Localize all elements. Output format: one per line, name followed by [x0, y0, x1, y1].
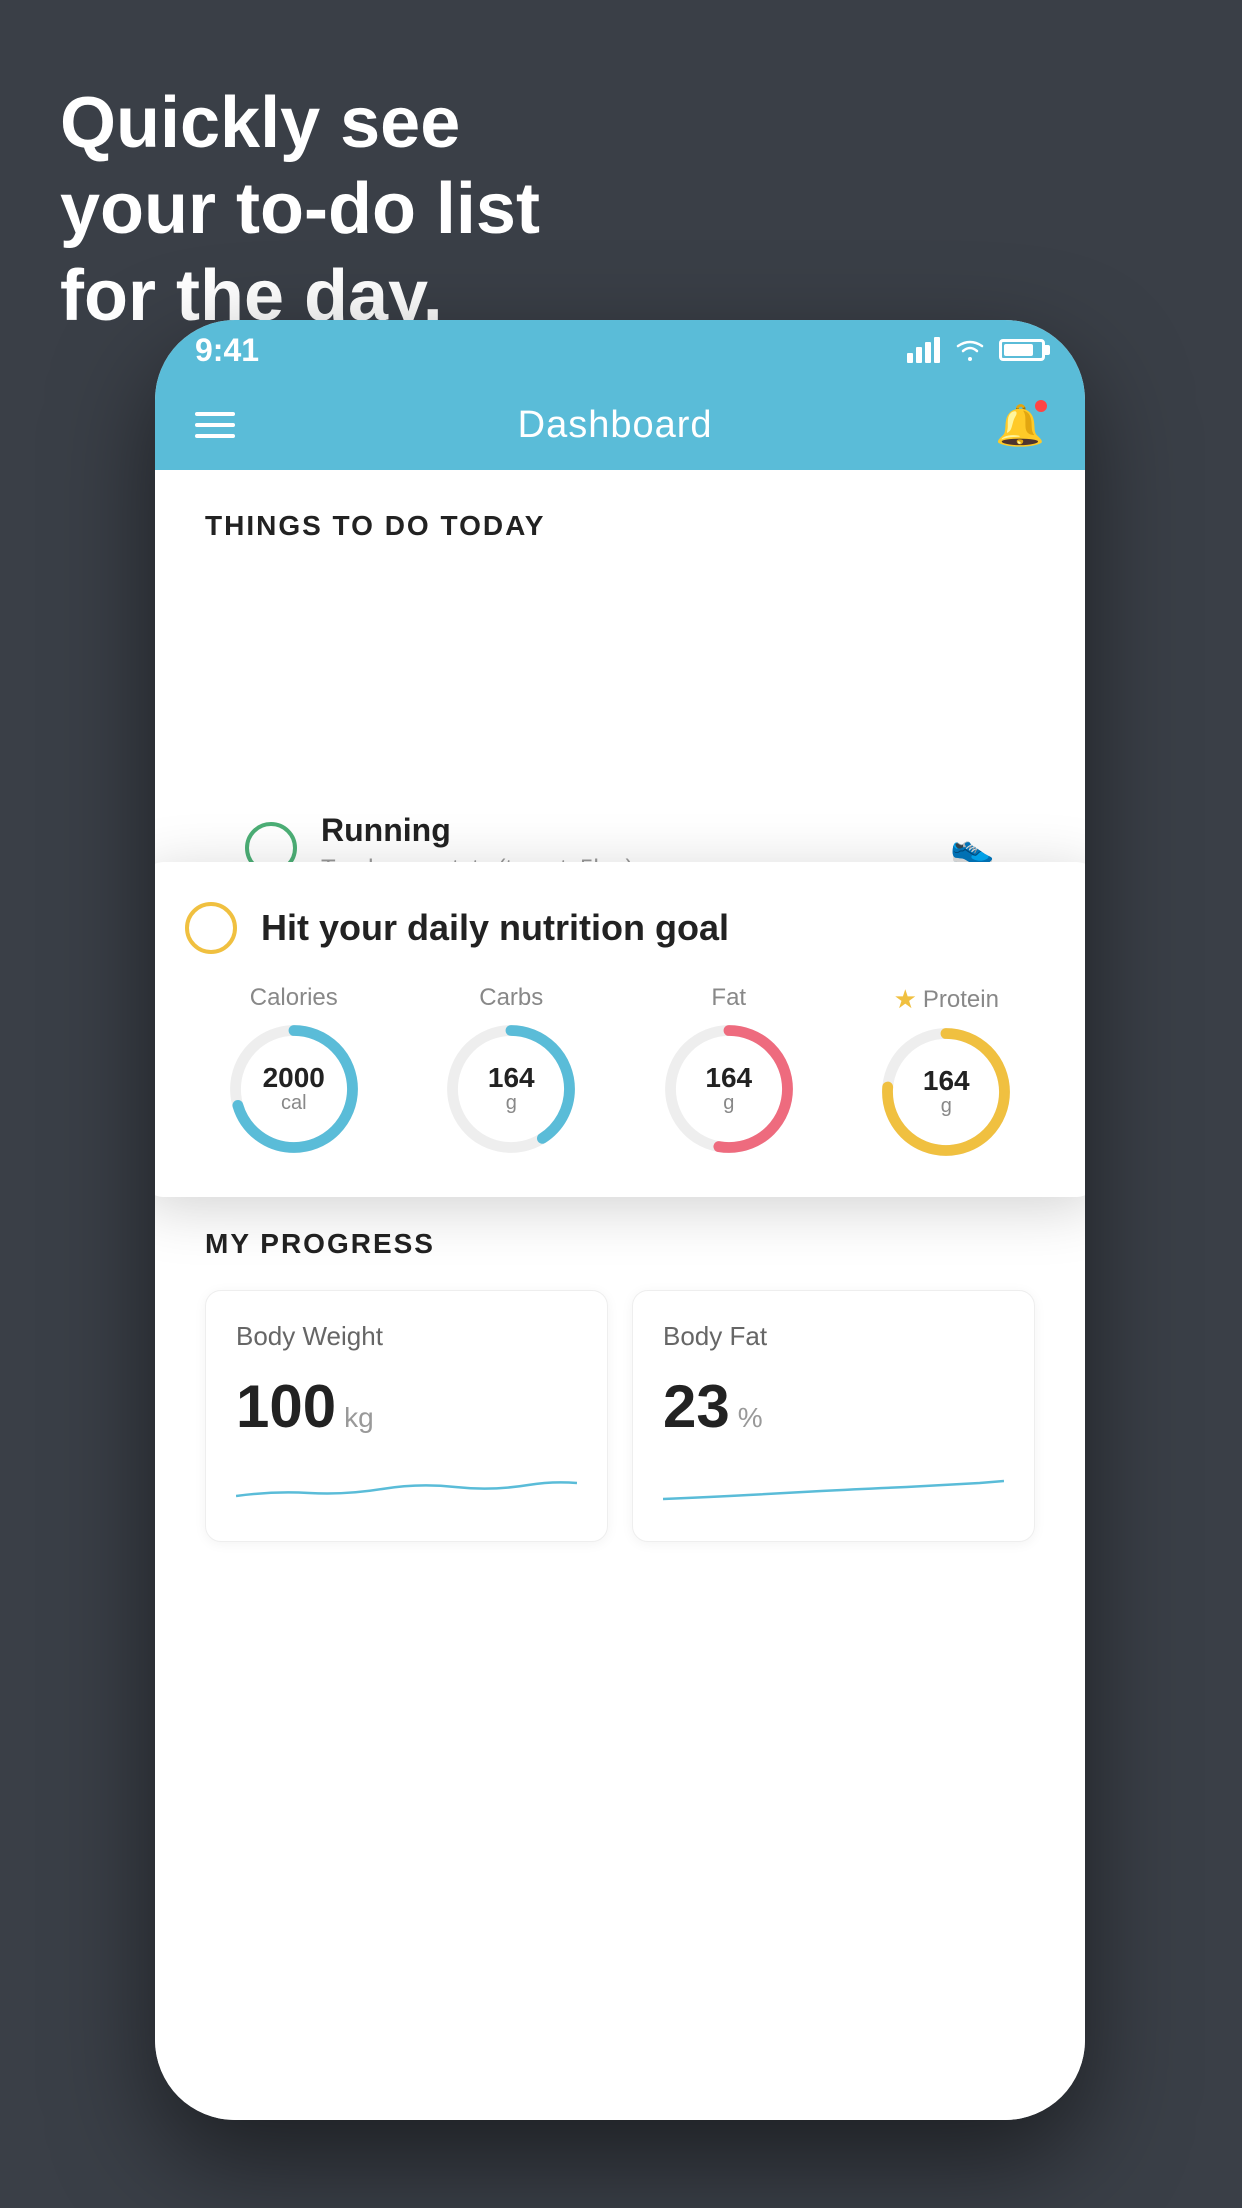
running-title: Running — [321, 812, 926, 849]
headline-text: Quickly see your to-do list for the day. — [60, 80, 540, 339]
star-icon: ★ — [894, 984, 917, 1015]
protein-label: ★ Protein — [894, 984, 999, 1015]
fat-chart: 164 g — [664, 1024, 794, 1154]
calories-label: Calories — [250, 984, 338, 1012]
nav-bar: Dashboard 🔔 — [155, 380, 1085, 470]
nutrition-card: Hit your daily nutrition goal Calories — [155, 862, 1085, 1197]
fat-label: Fat — [711, 984, 746, 1012]
todo-wrapper: Hit your daily nutrition goal Calories — [155, 782, 1085, 1178]
carbs-label: Carbs — [479, 984, 543, 1012]
main-content: THINGS TO DO TODAY Hit your daily nutrit… — [155, 470, 1085, 2120]
signal-icon — [907, 337, 941, 363]
protein-chart: 164 g — [881, 1027, 1011, 1157]
body-weight-value: 100 kg — [236, 1372, 577, 1441]
notification-dot — [1033, 398, 1049, 414]
progress-cards: Body Weight 100 kg Body Fat 23 — [205, 1290, 1035, 1542]
nav-title: Dashboard — [518, 404, 713, 447]
carbs-item: Carbs 164 g — [446, 984, 576, 1154]
body-fat-num: 23 — [663, 1372, 730, 1441]
body-fat-card[interactable]: Body Fat 23 % — [632, 1290, 1035, 1542]
my-progress-title: MY PROGRESS — [205, 1228, 1035, 1260]
wifi-icon — [953, 337, 987, 363]
things-today-header: THINGS TO DO TODAY — [155, 470, 1085, 562]
nutrition-row: Calories 2000 cal — [185, 984, 1055, 1157]
status-time: 9:41 — [195, 332, 259, 369]
body-fat-value: 23 % — [663, 1372, 1004, 1441]
body-fat-label: Body Fat — [663, 1321, 1004, 1352]
body-weight-chart — [236, 1461, 577, 1511]
nutrition-header: Hit your daily nutrition goal — [185, 902, 1055, 954]
status-bar: 9:41 — [155, 320, 1085, 380]
hamburger-menu[interactable] — [195, 412, 235, 438]
body-weight-label: Body Weight — [236, 1321, 577, 1352]
body-weight-card[interactable]: Body Weight 100 kg — [205, 1290, 608, 1542]
my-progress-section: MY PROGRESS Body Weight 100 kg — [155, 1178, 1085, 1572]
calories-item: Calories 2000 cal — [229, 984, 359, 1154]
battery-icon — [999, 339, 1045, 361]
body-weight-num: 100 — [236, 1372, 336, 1441]
nutrition-title: Hit your daily nutrition goal — [261, 907, 729, 949]
body-fat-chart — [663, 1461, 1004, 1511]
body-fat-unit: % — [738, 1402, 763, 1434]
bell-button[interactable]: 🔔 — [995, 402, 1045, 449]
nutrition-check-circle[interactable] — [185, 902, 237, 954]
phone-mockup: 9:41 Dashboard — [155, 320, 1085, 2120]
carbs-chart: 164 g — [446, 1024, 576, 1154]
fat-item: Fat 164 g — [664, 984, 794, 1154]
body-weight-unit: kg — [344, 1402, 374, 1434]
calories-chart: 2000 cal — [229, 1024, 359, 1154]
status-icons — [907, 337, 1045, 363]
protein-item: ★ Protein 164 g — [881, 984, 1011, 1157]
